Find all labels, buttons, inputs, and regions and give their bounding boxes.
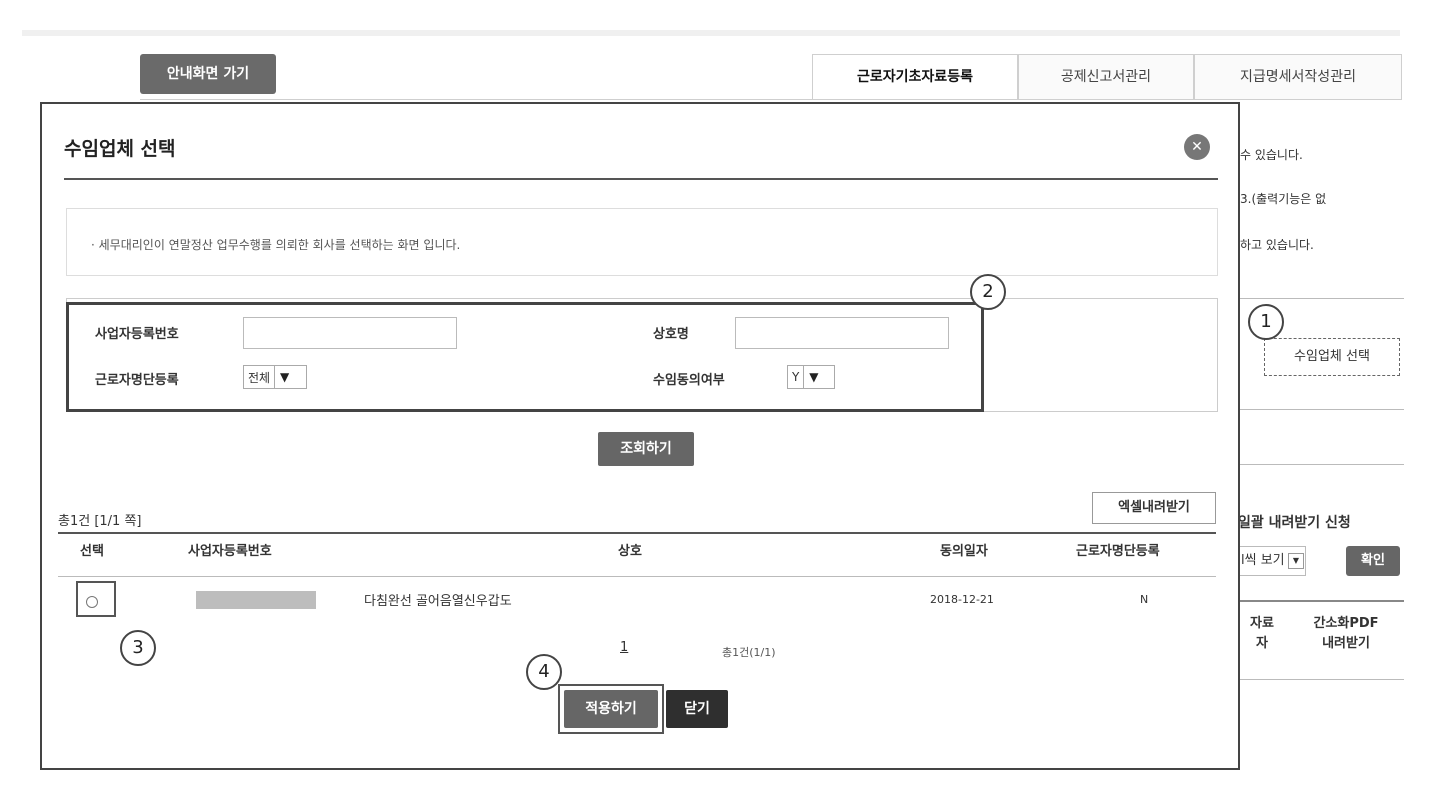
chevron-down-icon[interactable]: ▼ [803, 366, 823, 388]
chevron-down-icon[interactable]: ▼ [274, 366, 294, 388]
excel-download-button[interactable]: 엑셀내려받기 [1092, 492, 1216, 524]
step-marker-1: 1 [1248, 304, 1284, 340]
bg-table-header-data: 자료 자 [1236, 600, 1288, 680]
masked-biz-no [196, 591, 316, 609]
tab-deduction-report[interactable]: 공제신고서관리 [1018, 54, 1194, 100]
pager-summary: 총1건(1/1) [722, 646, 776, 659]
bg-header-line: 자료 [1250, 616, 1274, 631]
pager-page-1[interactable]: 1 [620, 640, 628, 655]
grid-header-line [58, 576, 1216, 577]
confirm-button[interactable]: 확인 [1346, 546, 1400, 576]
close-button[interactable]: 닫기 [666, 690, 728, 728]
title-divider [64, 178, 1218, 180]
company-name-input[interactable] [735, 317, 949, 349]
company-name-label: 상호명 [653, 327, 689, 342]
worker-list-value: 전체 [248, 370, 271, 385]
top-divider [22, 30, 1400, 36]
bg-header-line: 자 [1256, 636, 1268, 651]
bg-header-line: 내려받기 [1322, 636, 1370, 651]
select-client-button[interactable]: 수임업체 선택 [1264, 338, 1400, 376]
step-marker-4: 4 [526, 654, 562, 690]
modal-title: 수임업체 선택 [64, 138, 176, 160]
close-icon[interactable]: ✕ [1184, 134, 1210, 160]
column-select: 선택 [80, 544, 104, 559]
biz-no-label: 사업자등록번호 [95, 327, 179, 342]
bg-divider [1236, 464, 1404, 465]
grid-top-line [58, 532, 1216, 534]
chevron-down-icon[interactable]: ▼ [1288, 553, 1304, 569]
query-button[interactable]: 조회하기 [598, 432, 694, 466]
row-worker-list: N [1140, 593, 1149, 606]
column-biz-no: 사업자등록번호 [188, 544, 272, 559]
consent-value: Y [792, 370, 800, 384]
consent-select[interactable]: Y ▼ [787, 365, 835, 389]
column-worker-list: 근로자명단등록 [1076, 544, 1160, 559]
bg-header-line: 간소화PDF [1313, 616, 1379, 631]
consent-label: 수임동의여부 [653, 373, 725, 388]
step-marker-2: 2 [970, 274, 1006, 310]
row-select-radio[interactable] [86, 596, 98, 608]
tab-bar-line [140, 99, 1402, 100]
info-text: · 세무대리인이 연말정산 업무수행를 의뢰한 회사를 선택하는 화면 입니다. [91, 238, 461, 252]
search-form: 사업자등록번호 상호명 근로자명단등록 전체 ▼ 수임동의여부 Y ▼ [66, 302, 984, 412]
worker-list-select[interactable]: 전체 ▼ [243, 365, 307, 389]
batch-download-label: 일괄 내려받기 신청 [1238, 515, 1351, 531]
bg-note-1: 수 있습니다. [1240, 148, 1303, 162]
row-consent-date: 2018-12-21 [930, 593, 994, 606]
guide-page-button[interactable]: 안내화면 가기 [140, 54, 276, 94]
apply-button[interactable]: 적용하기 [564, 690, 658, 728]
step-marker-3: 3 [120, 630, 156, 666]
biz-no-input[interactable] [243, 317, 457, 349]
column-consent-date: 동의일자 [940, 544, 988, 559]
select-client-modal: 수임업체 선택 ✕ · 세무대리인이 연말정산 업무수행를 의뢰한 회사를 선택… [40, 102, 1240, 770]
worker-list-label: 근로자명단등록 [95, 373, 179, 388]
total-count: 총1건 [1/1 쪽] [58, 514, 142, 529]
info-box: · 세무대리인이 연말정산 업무수행를 의뢰한 회사를 선택하는 화면 입니다. [66, 208, 1218, 276]
bg-table-header-pdf: 간소화PDF 내려받기 [1288, 600, 1404, 680]
column-company: 상호 [618, 544, 642, 559]
tab-worker-basic-data[interactable]: 근로자기초자료등록 [812, 54, 1018, 100]
bg-note-2: 3.(출력기능은 없 [1240, 192, 1327, 206]
row-company: 다침완선 골어음열신우갑도 [364, 594, 512, 609]
tab-payment-statement[interactable]: 지급명세서작성관리 [1194, 54, 1402, 100]
bg-note-3: 하고 있습니다. [1240, 238, 1314, 252]
